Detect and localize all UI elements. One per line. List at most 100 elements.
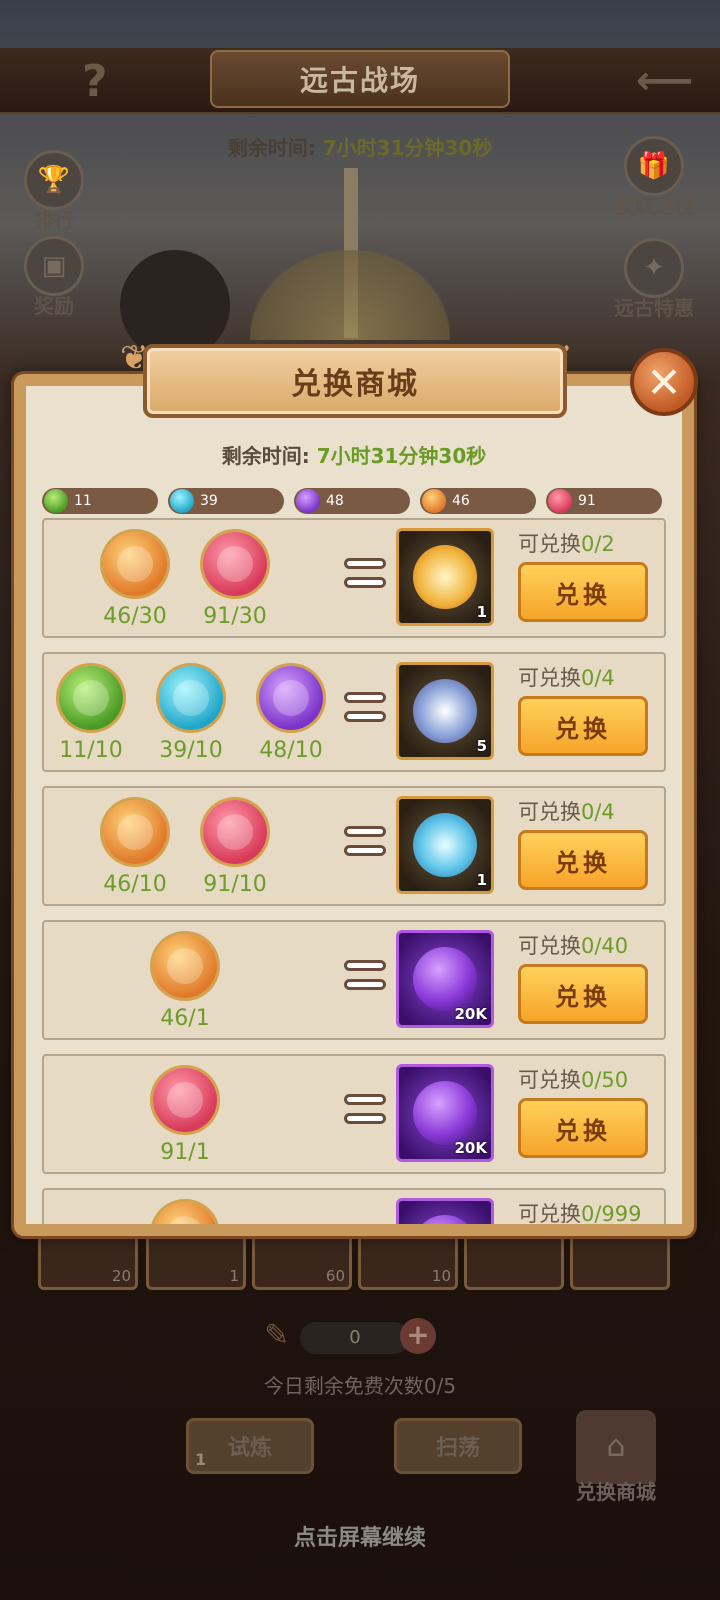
ranking-button[interactable]: 🏆 排行 <box>14 150 94 233</box>
exchange-button[interactable]: 兑换 <box>518 964 648 1024</box>
limit-value: 0/4 <box>581 666 615 690</box>
equals-icon <box>344 558 386 598</box>
help-icon[interactable]: ? <box>82 56 108 107</box>
cost-item: 39/10 <box>156 666 226 763</box>
currency-bar: 11 39 48 46 91 <box>42 488 682 514</box>
reward-slot[interactable] <box>396 1198 494 1224</box>
golden-orb-icon <box>413 545 477 609</box>
cost-amount: 91/10 <box>203 872 267 897</box>
exchange-shop-shortcut[interactable]: ⌂ 兑换商城 <box>566 1410 666 1505</box>
item-slot[interactable]: 10 <box>358 1234 458 1290</box>
scene-title: 远古战场 <box>299 64 420 97</box>
cost-item: 11/10 <box>56 666 126 763</box>
pink-flower-icon <box>548 489 572 513</box>
exchange-row: 11/10 39/10 48/10 5 可兑换0/4 兑换 <box>42 652 666 772</box>
cost-item: 48/10 <box>256 666 326 763</box>
shop-house-icon: ⌂ <box>576 1410 656 1484</box>
compass-icon: ✦ <box>624 238 684 298</box>
exchange-button[interactable]: 兑换 <box>518 830 648 890</box>
item-slot-count: 10 <box>431 1267 451 1285</box>
currency-pill-cyan: 39 <box>168 488 284 514</box>
cost-item: 91/10 <box>200 800 270 897</box>
reward-quantity: 1 <box>476 603 487 621</box>
pink-flower-icon <box>153 1068 217 1132</box>
tap-to-continue-hint[interactable]: 点击屏幕继续 <box>0 1520 720 1552</box>
obtain-way-button[interactable]: 🎁 获取途径 <box>604 136 704 219</box>
item-slot[interactable] <box>570 1234 670 1290</box>
exchange-limit: 可兑换0/40 <box>518 930 628 960</box>
purple-flower-icon <box>296 489 320 513</box>
trial-button[interactable]: 试炼 1 <box>186 1418 314 1474</box>
green-flower-icon <box>59 666 123 730</box>
reward-button[interactable]: ▣ 奖励 <box>14 236 94 319</box>
exchange-row: 46/10 91/10 1 可兑换0/4 兑换 <box>42 786 666 906</box>
exchange-row: 91/1 20K 可兑换0/50 兑换 <box>42 1054 666 1174</box>
dialog-remaining-time: 剩余时间: 7小时31分钟30秒 <box>26 440 682 469</box>
exchange-limit: 可兑换0/999 <box>518 1198 642 1224</box>
item-slot[interactable] <box>464 1234 564 1290</box>
item-slot-count: 20 <box>111 1267 131 1285</box>
astrolabe-icon <box>413 679 477 743</box>
dialog-title-plate: 兑换商城 <box>143 344 567 418</box>
dialog-content: 剩余时间: 7小时31分钟30秒 11 39 48 46 91 46/30 91… <box>26 386 682 1224</box>
add-ticket-button[interactable]: + <box>400 1318 436 1354</box>
ancient-deal-label: 远古特惠 <box>614 296 694 320</box>
cost-item: 91/1 <box>150 1068 220 1165</box>
limit-label: 可兑换 <box>518 666 581 690</box>
cost-amount: 46/30 <box>103 604 167 629</box>
ticket-currency-row: ✎ 0 + <box>264 1318 444 1358</box>
dialog-remaining-value: 7小时31分钟30秒 <box>316 444 487 468</box>
currency-amount: 46 <box>452 493 470 509</box>
close-button[interactable]: ✕ <box>630 348 698 416</box>
limit-value: 0/4 <box>581 800 615 824</box>
cost-item: 46/1 <box>150 934 220 1031</box>
cost-amount: 91/1 <box>160 1140 210 1165</box>
purple-flower-icon <box>259 666 323 730</box>
reward-slot[interactable]: 1 <box>396 528 494 626</box>
exchange-button[interactable]: 兑换 <box>518 1098 648 1158</box>
back-arrow-icon[interactable]: ⟵ <box>636 58 693 104</box>
item-slot[interactable]: 60 <box>252 1234 352 1290</box>
exchange-row: 46/1 20K 可兑换0/40 兑换 <box>42 920 666 1040</box>
orange-flower-icon <box>103 532 167 596</box>
sweep-button[interactable]: 扫荡 <box>394 1418 522 1474</box>
cost-item: 46/10 <box>100 800 170 897</box>
currency-pill-pink: 91 <box>546 488 662 514</box>
limit-label: 可兑换 <box>518 934 581 958</box>
pink-flower-icon <box>203 532 267 596</box>
cyan-flower-icon <box>170 489 194 513</box>
shop-shortcut-label: 兑换商城 <box>576 1480 656 1504</box>
limit-value: 0/2 <box>581 532 615 556</box>
trophy-icon: 🏆 <box>24 150 84 210</box>
exchange-row: 可兑换0/999 <box>42 1188 666 1224</box>
ancient-deal-button[interactable]: ✦ 远古特惠 <box>604 238 704 321</box>
trial-label: 试炼 <box>227 1436 272 1461</box>
scene-remaining-value: 7小时31分钟30秒 <box>322 136 493 160</box>
orange-flower-icon <box>153 934 217 998</box>
reward-slot[interactable]: 20K <box>396 930 494 1028</box>
limit-label: 可兑换 <box>518 800 581 824</box>
reward-slot[interactable]: 20K <box>396 1064 494 1162</box>
cost-item: 91/30 <box>200 532 270 629</box>
green-flower-icon <box>44 489 68 513</box>
currency-amount: 48 <box>326 493 344 509</box>
cost-amount: 11/10 <box>59 738 123 763</box>
exchange-row: 46/30 91/30 1 可兑换0/2 兑换 <box>42 518 666 638</box>
reward-slot[interactable]: 1 <box>396 796 494 894</box>
reward-quantity: 20K <box>454 1005 488 1023</box>
exchange-button[interactable]: 兑换 <box>518 696 648 756</box>
item-strip: 20 1 60 10 <box>38 1234 678 1292</box>
item-slot[interactable]: 1 <box>146 1234 246 1290</box>
ticket-count: 0 <box>300 1322 410 1354</box>
exchange-button[interactable]: 兑换 <box>518 562 648 622</box>
item-slot-count: 1 <box>229 1267 239 1285</box>
scene-title-plate: 远古战场 <box>210 50 510 108</box>
cost-item <box>150 1202 220 1224</box>
equals-icon <box>344 1094 386 1134</box>
currency-amount: 39 <box>200 493 218 509</box>
reward-slot[interactable]: 5 <box>396 662 494 760</box>
item-slot[interactable]: 20 <box>38 1234 138 1290</box>
cost-amount: 39/10 <box>159 738 223 763</box>
scene-remaining-label: 剩余时间: <box>227 136 316 160</box>
equals-icon <box>344 692 386 732</box>
